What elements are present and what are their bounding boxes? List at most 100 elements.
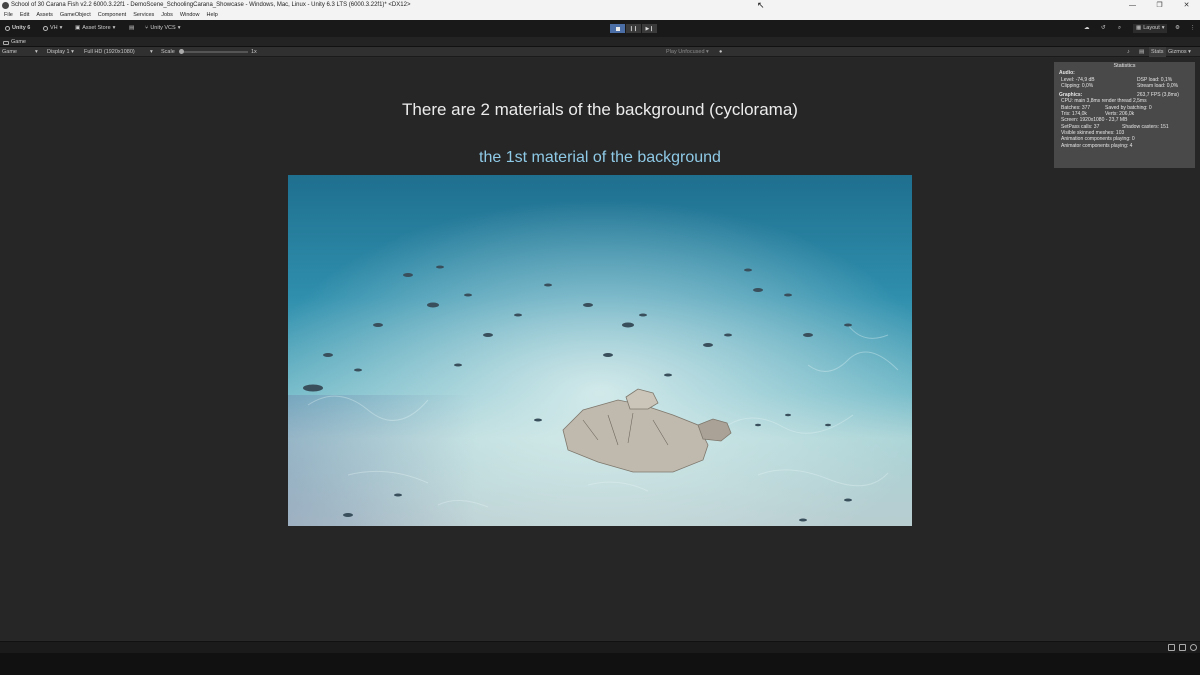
view-select-label: Game (2, 49, 17, 55)
unity-account-button[interactable]: Unity 6 (5, 24, 30, 33)
speaker-icon[interactable]: ♪ (1127, 47, 1130, 57)
taskbar-strip (0, 653, 1200, 675)
account-icon (43, 26, 48, 31)
scale-slider-handle[interactable] (179, 49, 184, 54)
vcs-icon: ⑂ (145, 25, 149, 31)
status-icons (1168, 644, 1197, 651)
menu-services[interactable]: Services (133, 11, 154, 20)
help-icon[interactable]: ⚙ (1175, 24, 1180, 33)
asset-store-label: Asset Store (82, 25, 111, 31)
stats-grid-icon[interactable]: ▤ (1139, 47, 1144, 57)
view-select[interactable]: Game (2, 47, 17, 57)
menu-jobs[interactable]: Jobs (161, 11, 173, 20)
audio-clipping: Clipping: 0,0% (1061, 82, 1094, 89)
close-icon[interactable]: ✕ (1173, 0, 1200, 11)
scene-subheading: the 1st material of the background (479, 149, 721, 166)
collab-icon[interactable] (1179, 644, 1186, 651)
layout-dropdown[interactable]: ▦ Layout ▾ (1133, 24, 1168, 33)
package-icon: ▤ (129, 25, 135, 31)
step-icon: ▶❙ (642, 24, 657, 33)
chevron-down-icon: ▾ (59, 25, 63, 31)
history-icon[interactable]: ↺ (1101, 24, 1106, 33)
chevron-down-icon: ▾ (112, 25, 116, 31)
stream-load: Stream load: 0,0% (1137, 82, 1179, 89)
pause-icon: ❙❙ (626, 24, 641, 33)
search-icon[interactable]: ⌕ (1118, 24, 1121, 33)
unity-editor-window: School of 30 Carana Fish v2.2 6000.3.22f… (0, 0, 1200, 675)
title-bar: School of 30 Carana Fish v2.2 6000.3.22f… (0, 0, 1200, 11)
main-toolbar: Unity 6 VH ▾ ▣ Asset Store ▾ ▤ ⑂ Unity V… (0, 20, 1200, 37)
more-icon[interactable]: ⋮ (1190, 24, 1196, 33)
vcs-label: Unity VCS (150, 25, 176, 31)
stats-row: Tris: 174,0k Verts: 206,0k (1059, 111, 1190, 117)
window-controls: — ❐ ✕ (1119, 0, 1200, 11)
menu-bar: File Edit Assets GameObject Component Se… (0, 11, 1200, 20)
chevron-down-icon: ▾ (1161, 25, 1165, 31)
status-bar (0, 641, 1200, 653)
account-label: VH (50, 25, 58, 31)
play-controls: ❙❙ ▶❙ (610, 24, 657, 33)
menu-file[interactable]: File (4, 11, 13, 20)
resolution-select[interactable]: Full HD (1920x1080) (84, 47, 135, 57)
scene-heading: There are 2 materials of the background … (402, 100, 798, 119)
statistics-title: Statistics (1113, 63, 1136, 69)
asset-store-dropdown[interactable]: ▣ Asset Store ▾ (75, 24, 115, 33)
pause-button[interactable]: ❙❙ (626, 24, 641, 33)
scale-value: 1x (251, 49, 257, 55)
play-focus-label: Play Unfocused (666, 49, 705, 55)
layout-label: Layout (1143, 25, 1160, 31)
stats-toggle[interactable]: Stats (1149, 47, 1166, 57)
play-focus-select[interactable]: Play Unfocused ▾ (666, 47, 709, 57)
chevron-down-icon: ▾ (177, 25, 181, 31)
cloud-icon[interactable]: ☁ (1084, 24, 1090, 33)
game-view-icon (3, 40, 9, 45)
animator-components: Animator components playing: 4 (1061, 142, 1133, 149)
verts: Verts: 206,0k (1105, 111, 1135, 118)
shadow-casters: Shadow casters: 151 (1122, 123, 1169, 130)
graphics-section-label: Graphics: (1059, 92, 1083, 99)
unity-logo-icon (5, 26, 10, 31)
asset-store-icon: ▣ (75, 25, 81, 31)
setpass-calls: SetPass calls: 37 (1061, 123, 1100, 130)
minimize-icon[interactable]: — (1119, 0, 1146, 11)
layout-icon: ▦ (1136, 25, 1142, 31)
chevron-down-icon: ▾ (150, 49, 153, 55)
tab-bar: Game (0, 37, 1200, 47)
package-button[interactable]: ▤ (129, 24, 134, 33)
play-stop-button[interactable] (610, 24, 625, 33)
menu-window[interactable]: Window (180, 11, 200, 20)
tab-game[interactable]: Game (3, 38, 26, 47)
display-select-label: Display 1 (47, 49, 70, 55)
scale-label: Scale (161, 49, 175, 55)
game-view-toolbar: Game ▾ Display 1 ▾ Full HD (1920x1080) ▾… (0, 47, 1200, 57)
resolution-label: Full HD (1920x1080) (84, 49, 135, 55)
chevron-down-icon: ▾ (35, 49, 38, 55)
notification-icon[interactable] (1190, 644, 1197, 651)
unity-vcs-dropdown[interactable]: ⑂ Unity VCS ▾ (145, 24, 180, 33)
mute-audio-icon[interactable]: ● (719, 47, 722, 57)
menu-component[interactable]: Component (98, 11, 126, 20)
window-title: School of 30 Carana Fish v2.2 6000.3.22f… (11, 2, 411, 8)
menu-edit[interactable]: Edit (20, 11, 29, 20)
stop-icon (615, 26, 620, 31)
fps: 263,7 FPS (3,8ms) (1137, 92, 1179, 99)
mouse-cursor-icon: ↖ (757, 0, 765, 10)
menu-assets[interactable]: Assets (36, 11, 53, 20)
unity-label: Unity 6 (12, 25, 31, 31)
tab-game-label: Game (11, 39, 26, 45)
unity-app-icon (2, 2, 9, 9)
progress-icon[interactable] (1168, 644, 1175, 651)
step-button[interactable]: ▶❙ (642, 24, 657, 33)
scale-slider-track[interactable] (180, 51, 248, 53)
tris: Tris: 174,0k (1061, 111, 1087, 118)
maximize-icon[interactable]: ❐ (1146, 0, 1173, 11)
statistics-panel: Statistics Audio: Level: -74,9 dB DSP lo… (1054, 62, 1195, 168)
menu-help[interactable]: Help (206, 11, 217, 20)
account-dropdown[interactable]: VH ▾ (43, 24, 62, 33)
display-select[interactable]: Display 1 ▾ (47, 47, 74, 57)
stats-row: Graphics: 263,7 FPS (3,8ms) (1059, 92, 1190, 98)
menu-gameobject[interactable]: GameObject (60, 11, 91, 20)
gizmos-label: Gizmos (1168, 49, 1187, 55)
underwater-scene-image (288, 175, 912, 526)
gizmos-dropdown[interactable]: Gizmos ▾ (1168, 47, 1191, 57)
